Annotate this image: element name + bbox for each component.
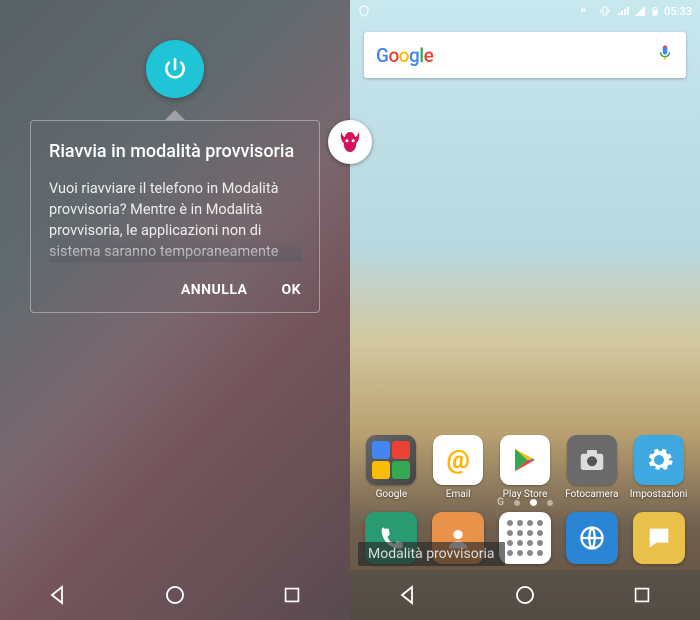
android-navbar-left (0, 570, 350, 620)
dialog-body: Vuoi riavviare il telefono in Modalità p… (49, 178, 301, 262)
dialog-actions: ANNULLA OK (49, 282, 301, 298)
app-camera[interactable]: Fotocamera (561, 435, 623, 500)
app-row: Google @ Email Play Store Fotocamera Imp… (350, 435, 700, 500)
devil-icon (335, 127, 365, 157)
cancel-button[interactable]: ANNULLA (181, 282, 248, 298)
battery-icon (650, 4, 660, 18)
status-time: 05:33 (664, 5, 692, 18)
home-icon (163, 583, 187, 607)
camera-icon (577, 445, 607, 475)
nav-back-button[interactable] (378, 575, 438, 615)
safe-mode-badge: Modalità provvisoria (358, 542, 505, 566)
nav-home-button[interactable] (495, 575, 555, 615)
page-dot[interactable] (547, 500, 553, 506)
power-button-icon[interactable] (146, 40, 204, 98)
phone-left-safemode-dialog: Riavvia in modalità provvisoria Vuoi ria… (0, 0, 350, 620)
nav-recent-button[interactable] (262, 575, 322, 615)
playstore-icon (510, 445, 540, 475)
google-logo: Google (376, 44, 433, 67)
dialog-body-text: Vuoi riavviare il telefono in Modalità p… (49, 180, 278, 260)
dialog-title: Riavvia in modalità provvisoria (49, 141, 301, 164)
power-icon (162, 56, 188, 82)
dock-messages[interactable] (633, 512, 685, 564)
shield-icon (358, 4, 370, 18)
app-playstore[interactable]: Play Store (494, 435, 556, 500)
svg-text:N: N (581, 6, 586, 14)
ok-button[interactable]: OK (281, 282, 301, 298)
recent-icon (631, 584, 653, 606)
home-icon (513, 583, 537, 607)
vibrate-icon (598, 5, 612, 17)
message-icon (645, 524, 673, 552)
watermark-logo (328, 120, 372, 164)
mic-icon[interactable] (656, 42, 674, 68)
page-dot-active[interactable] (530, 499, 537, 506)
page-dot[interactable] (514, 500, 520, 506)
android-navbar-right (350, 570, 700, 620)
recent-icon (281, 584, 303, 606)
app-email[interactable]: @ Email (427, 435, 489, 500)
status-bar: N 05:33 (350, 0, 700, 22)
apps-grid-icon (507, 520, 543, 556)
nav-recent-button[interactable] (612, 575, 672, 615)
back-icon (46, 583, 70, 607)
dock-browser[interactable] (566, 512, 618, 564)
nav-home-button[interactable] (145, 575, 205, 615)
dialog-pointer (165, 110, 185, 120)
app-google-folder[interactable]: Google (360, 435, 422, 500)
nav-back-button[interactable] (28, 575, 88, 615)
nfc-icon: N (580, 5, 594, 17)
app-settings[interactable]: Impostazioni (628, 435, 690, 500)
dock-app-drawer[interactable] (499, 512, 551, 564)
google-search-bar[interactable]: Google (364, 32, 686, 78)
signal-icon (616, 5, 630, 17)
globe-icon (578, 524, 606, 552)
back-icon (396, 583, 420, 607)
safemode-dialog: Riavvia in modalità provvisoria Vuoi ria… (30, 110, 320, 313)
phone-right-homescreen: N 05:33 Google Google @ Email (350, 0, 700, 620)
gear-icon (644, 445, 674, 475)
signal-icon-2 (634, 5, 646, 17)
